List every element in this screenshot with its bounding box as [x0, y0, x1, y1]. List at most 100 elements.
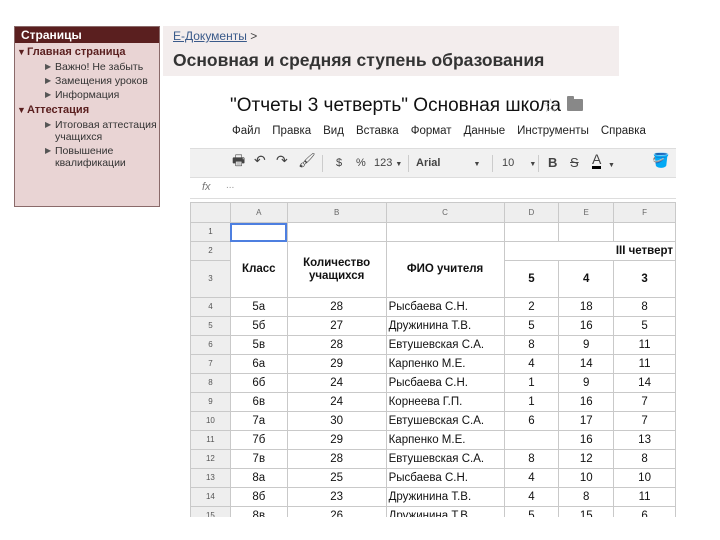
formula-bar[interactable]: fx ...	[190, 178, 676, 199]
cell-grade-4[interactable]: 15	[558, 506, 615, 517]
cell-grade-3[interactable]: 11	[613, 354, 676, 374]
row-header[interactable]: 3	[190, 260, 231, 298]
cell-count[interactable]: 30	[286, 411, 387, 431]
redo-icon[interactable]: ↷	[276, 153, 288, 167]
chevron-down-icon[interactable]: ▼	[608, 159, 615, 173]
cell-grade-5[interactable]: 5	[503, 506, 560, 517]
cell-grade-4[interactable]: 9	[558, 335, 615, 355]
cell-grade-5[interactable]: 6	[503, 411, 560, 431]
cell-count[interactable]: 24	[286, 392, 387, 412]
cell-grade-4[interactable]: 9	[558, 373, 615, 393]
breadcrumb-link[interactable]: E-Документы	[173, 29, 247, 43]
header-grade-3[interactable]: 3	[613, 260, 676, 298]
cell-teacher[interactable]: Рысбаева С.Н.	[385, 297, 505, 317]
strikethrough-button[interactable]: S	[570, 156, 579, 170]
cell-grade-4[interactable]: 8	[558, 487, 615, 507]
cell-teacher[interactable]: Евтушевская С.А.	[385, 449, 505, 469]
font-size-dropdown[interactable]: 10 ▼	[502, 156, 536, 172]
cell-class[interactable]: 5б	[229, 316, 288, 336]
cell-teacher[interactable]: Рысбаева С.Н.	[385, 468, 505, 488]
cell-grade-4[interactable]: 16	[558, 430, 615, 450]
cell[interactable]	[613, 222, 676, 242]
document-title[interactable]: "Отчеты 3 четверть" Основная школа	[230, 95, 561, 117]
cell-grade-4[interactable]: 14	[558, 354, 615, 374]
cell-class[interactable]: 6в	[229, 392, 288, 412]
paint-format-icon[interactable]: 🖌	[298, 153, 316, 167]
column-header-e[interactable]: E	[558, 202, 615, 223]
cell[interactable]	[385, 222, 505, 242]
cell-class[interactable]: 8в	[229, 506, 288, 517]
cell-grade-3[interactable]: 5	[613, 316, 676, 336]
row-header[interactable]: 6	[190, 335, 231, 355]
header-count[interactable]: Количество учащихся	[286, 241, 387, 298]
cell-grade-5[interactable]: 1	[503, 373, 560, 393]
cell[interactable]	[558, 222, 615, 242]
cell-class[interactable]: 6а	[229, 354, 288, 374]
cell-grade-4[interactable]: 10	[558, 468, 615, 488]
cell-count[interactable]: 24	[286, 373, 387, 393]
row-header[interactable]: 15	[190, 506, 231, 517]
currency-format-button[interactable]: $	[336, 156, 342, 170]
nav-item-information[interactable]: ▶ Информация	[15, 89, 159, 101]
cell-grade-5[interactable]: 4	[503, 354, 560, 374]
cell-count[interactable]: 28	[286, 335, 387, 355]
cell-teacher[interactable]: Карпенко М.Е.	[385, 354, 505, 374]
cell-grade-5[interactable]	[503, 430, 560, 450]
cell-count[interactable]: 25	[286, 468, 387, 488]
column-header-f[interactable]: F	[613, 202, 676, 223]
row-header[interactable]: 1	[190, 222, 231, 242]
menu-format[interactable]: Формат	[411, 125, 452, 137]
cell-class[interactable]: 7в	[229, 449, 288, 469]
cell-grade-3[interactable]: 13	[613, 430, 676, 450]
cell-teacher[interactable]: Рысбаева С.Н.	[385, 373, 505, 393]
cell-grade-4[interactable]: 18	[558, 297, 615, 317]
cell-grade-4[interactable]: 16	[558, 392, 615, 412]
star-icon[interactable]: ☆	[542, 95, 559, 118]
cell-class[interactable]: 6б	[229, 373, 288, 393]
header-teacher[interactable]: ФИО учителя	[385, 241, 505, 298]
cell-grade-3[interactable]: 7	[613, 392, 676, 412]
cell-grade-3[interactable]: 7	[613, 411, 676, 431]
row-header[interactable]: 5	[190, 316, 231, 336]
cell-count[interactable]: 28	[286, 449, 387, 469]
nav-item-qualification[interactable]: ▶ Повышение квалификации	[15, 145, 159, 169]
menu-insert[interactable]: Вставка	[356, 125, 399, 137]
selected-cell[interactable]	[229, 222, 288, 242]
row-header[interactable]: 13	[190, 468, 231, 488]
cell-teacher[interactable]: Евтушевская С.А.	[385, 335, 505, 355]
cell-count[interactable]: 29	[286, 430, 387, 450]
cell-grade-5[interactable]: 1	[503, 392, 560, 412]
font-family-dropdown[interactable]: Arial ▼	[416, 156, 480, 172]
cell-grade-3[interactable]: 14	[613, 373, 676, 393]
cell-grade-3[interactable]: 8	[613, 449, 676, 469]
cell[interactable]	[503, 222, 560, 242]
cell-class[interactable]: 7а	[229, 411, 288, 431]
row-header[interactable]: 8	[190, 373, 231, 393]
nav-section-home[interactable]: ▼ Главная страница	[15, 45, 159, 59]
header-quarter[interactable]: III четверт	[503, 241, 676, 261]
menu-tools[interactable]: Инструменты	[517, 125, 589, 137]
cell-grade-3[interactable]: 6	[613, 506, 676, 517]
formula-value[interactable]: ...	[226, 180, 234, 191]
cell-class[interactable]: 5в	[229, 335, 288, 355]
row-header[interactable]: 2	[190, 241, 231, 261]
row-header[interactable]: 10	[190, 411, 231, 431]
print-icon[interactable]: 🖶	[232, 153, 245, 167]
nav-item-substitutions[interactable]: ▶ Замещения уроков	[15, 75, 159, 87]
column-header-a[interactable]: A	[229, 202, 288, 223]
cell-grade-5[interactable]: 4	[503, 468, 560, 488]
cell[interactable]	[286, 222, 387, 242]
cell-class[interactable]: 7б	[229, 430, 288, 450]
cell-grade-4[interactable]: 12	[558, 449, 615, 469]
row-header[interactable]: 7	[190, 354, 231, 374]
text-color-button[interactable]: A	[592, 152, 602, 169]
header-grade-4[interactable]: 4	[558, 260, 615, 298]
cell-teacher[interactable]: Дружинина Т.В.	[385, 506, 505, 517]
row-header[interactable]: 11	[190, 430, 231, 450]
cell-grade-3[interactable]: 11	[613, 487, 676, 507]
number-format-dropdown[interactable]: 123 ▼	[374, 156, 402, 172]
row-header[interactable]: 4	[190, 297, 231, 317]
cell-count[interactable]: 29	[286, 354, 387, 374]
nav-item-final-attestation[interactable]: ▶ Итоговая аттестация учащихся	[15, 119, 159, 143]
cell-grade-5[interactable]: 8	[503, 335, 560, 355]
